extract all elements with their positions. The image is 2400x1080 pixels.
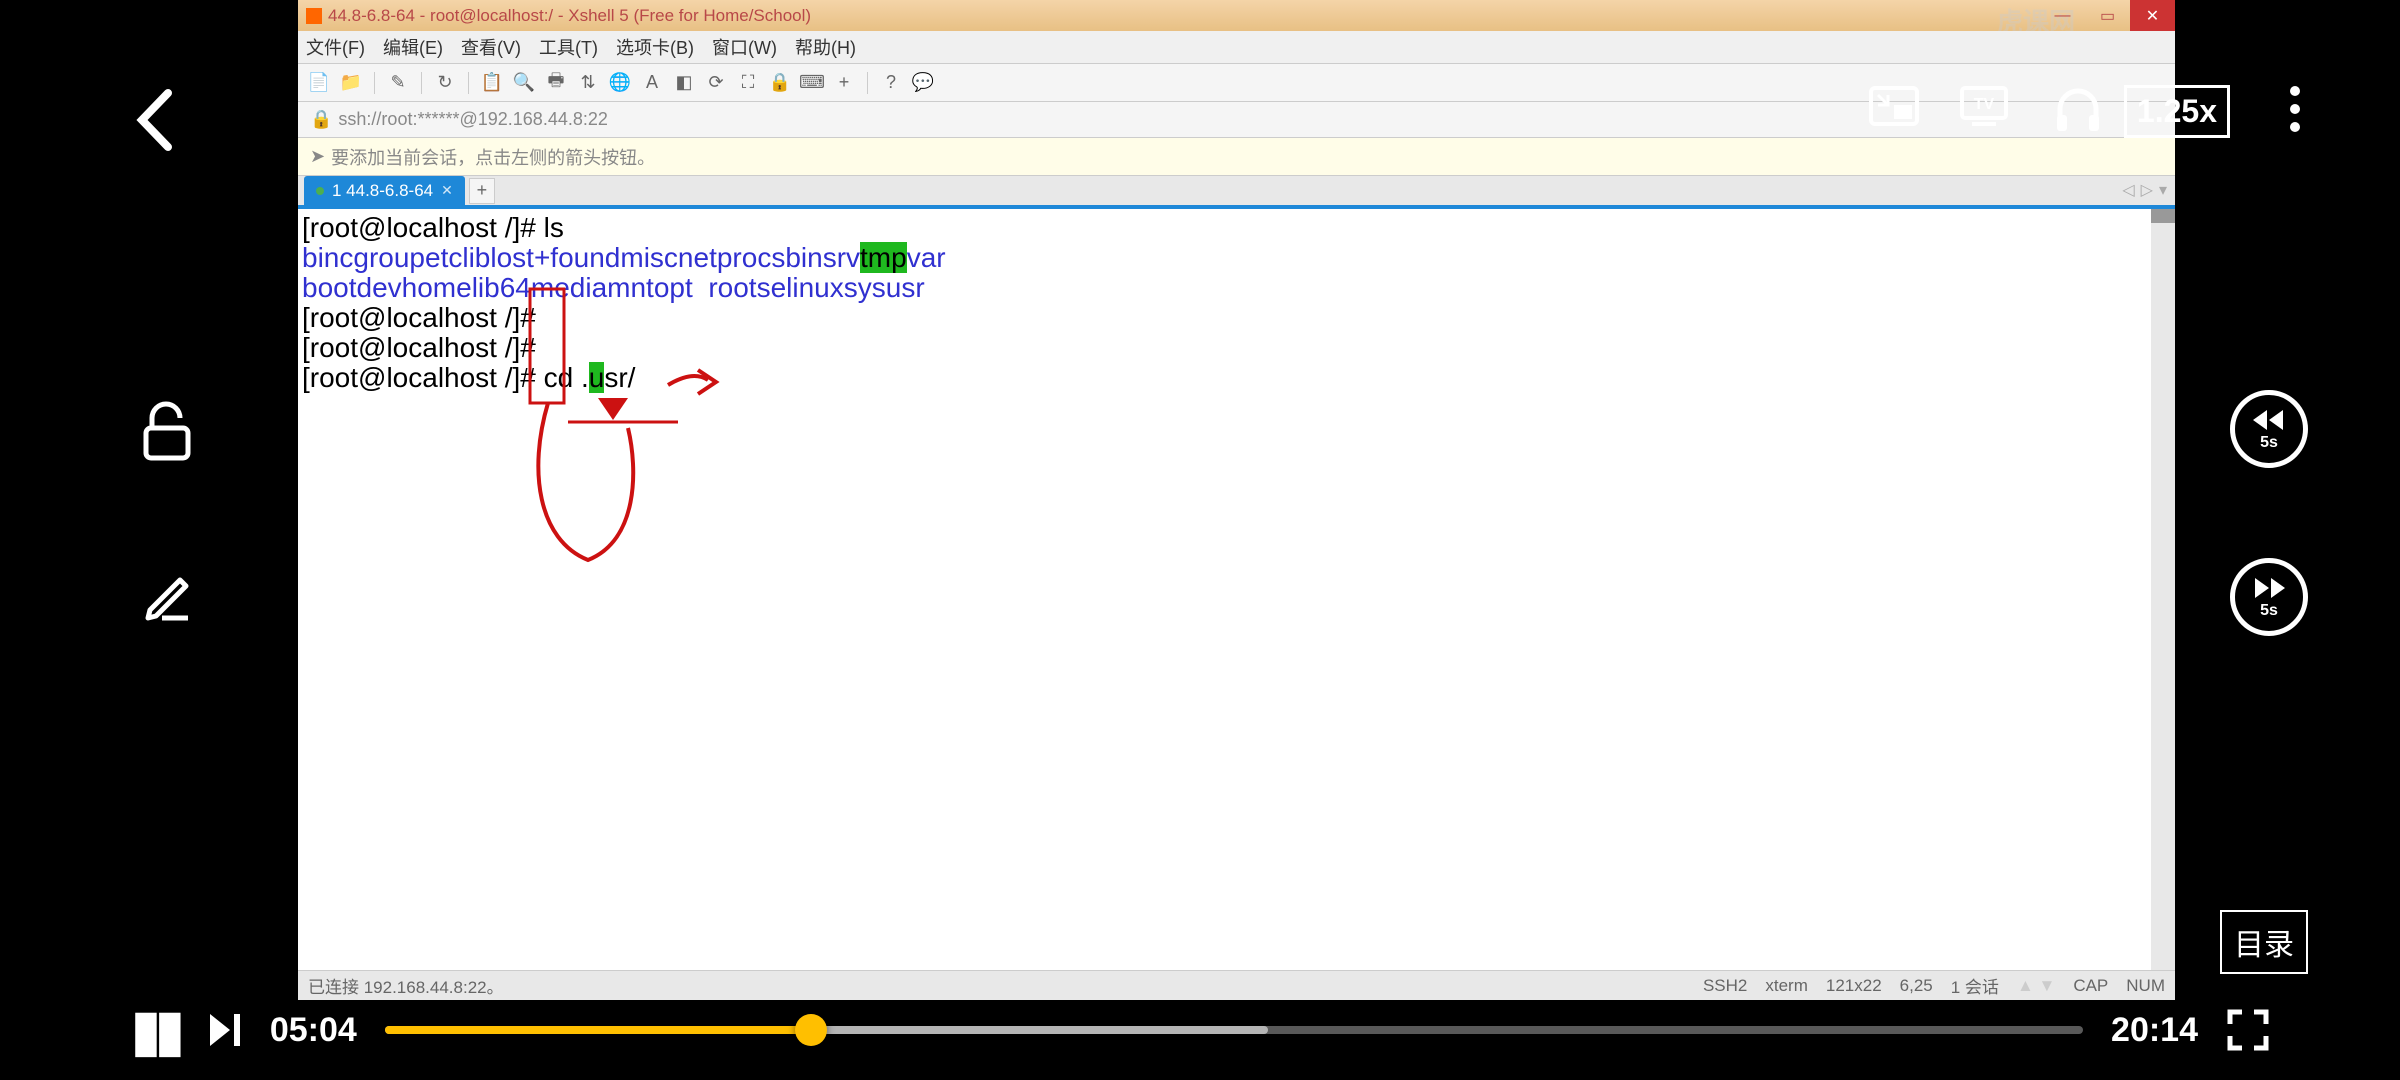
svg-text:TV: TV (1974, 96, 1995, 113)
open-icon[interactable]: 📁 (338, 70, 364, 96)
reconnect-icon[interactable]: ↻ (432, 70, 458, 96)
menu-item[interactable]: 查看(V) (461, 34, 521, 60)
tab-label: 1 44.8-6.8-64 (332, 181, 433, 201)
menu-item[interactable]: 编辑(E) (383, 34, 443, 60)
video-content: 44.8-6.8-64 - root@localhost:/ - Xshell … (298, 0, 2175, 1000)
ssh-lock-icon: 🔒 (310, 109, 332, 130)
status-connection: 已连接 192.168.44.8:22。 (308, 973, 1685, 998)
color-icon[interactable]: ◧ (671, 70, 697, 96)
unlock-button[interactable] (138, 400, 196, 462)
help-icon[interactable]: ? (878, 70, 904, 96)
menu-item[interactable]: 文件(F) (306, 34, 365, 60)
minimize-button[interactable]: — (2040, 0, 2085, 31)
tab-bar: 1 44.8-6.8-64 ✕ + ◁ ▷ ▾ (298, 176, 2175, 209)
globe-icon[interactable]: 🌐 (607, 70, 633, 96)
refresh-icon[interactable]: ⟳ (703, 70, 729, 96)
transfer-icon[interactable]: ⇅ (575, 70, 601, 96)
audio-button[interactable] (2052, 85, 2104, 135)
progress-bar[interactable] (385, 1026, 2083, 1034)
fullscreen-button[interactable] (2226, 1008, 2270, 1052)
back-button[interactable] (130, 85, 180, 155)
terminal-line: [root@localhost /]# (302, 303, 2171, 333)
status-cap: CAP (2073, 976, 2108, 996)
wand-icon[interactable]: ✎ (385, 70, 411, 96)
toc-label: 目录 (2234, 920, 2294, 964)
menu-item[interactable]: 帮助(H) (795, 34, 856, 60)
next-button[interactable] (206, 1010, 242, 1050)
pause-button[interactable]: ▮▮ (130, 996, 178, 1064)
app-icon (306, 8, 322, 24)
font-icon[interactable]: A (639, 70, 665, 96)
status-cursor: 6,25 (1900, 976, 1933, 996)
tab-nav-left-icon[interactable]: ◁ (2122, 180, 2134, 200)
menubar: 文件(F) 编辑(E) 查看(V) 工具(T) 选项卡(B) 窗口(W) 帮助(H) (298, 31, 2175, 64)
terminal-line: [root@localhost /]# cd .usr/ (302, 363, 2171, 393)
print-icon[interactable]: 🖶 (543, 70, 569, 96)
hint-text: 要添加当前会话，点击左侧的箭头按钮。 (331, 144, 655, 170)
menu-item[interactable]: 选项卡(B) (616, 34, 694, 60)
fullscreen-icon[interactable]: ⛶ (735, 70, 761, 96)
tab-close-icon[interactable]: ✕ (441, 182, 453, 199)
address-text: ssh://root:******@192.168.44.8:22 (338, 109, 607, 130)
skip-fwd-label: 5s (2260, 602, 2278, 620)
tab-nav-right-icon[interactable]: ▷ (2141, 180, 2153, 200)
status-term: xterm (1765, 976, 1808, 996)
search-icon[interactable]: 🔍 (511, 70, 537, 96)
window-title: 44.8-6.8-64 - root@localhost:/ - Xshell … (328, 6, 811, 26)
tab-menu-icon[interactable]: ▾ (2159, 180, 2167, 200)
terminal[interactable]: [root@localhost /]# lsbincgroupetcliblos… (298, 209, 2175, 970)
copy-icon[interactable]: 📋 (479, 70, 505, 96)
status-sessions: 1 会话 (1951, 973, 1999, 998)
current-time: 05:04 (270, 1011, 357, 1050)
tab-status-dot (316, 187, 324, 195)
xshell-window: 44.8-6.8-64 - root@localhost:/ - Xshell … (298, 0, 2175, 1000)
menu-item[interactable]: 窗口(W) (712, 34, 777, 60)
close-button[interactable]: ✕ (2130, 0, 2175, 31)
skip-forward-button[interactable]: 5s (2230, 558, 2308, 636)
progress-played (385, 1026, 811, 1034)
more-button[interactable] (2290, 85, 2300, 133)
new-session-icon[interactable]: 📄 (306, 70, 332, 96)
terminal-line: [root@localhost /]# ls (302, 213, 2171, 243)
progress-thumb[interactable] (795, 1014, 827, 1046)
chat-icon[interactable]: 💬 (910, 70, 936, 96)
status-protocol: SSH2 (1703, 976, 1747, 996)
tab-add-button[interactable]: + (469, 178, 495, 204)
status-size: 121x22 (1826, 976, 1882, 996)
add-icon[interactable]: + (831, 70, 857, 96)
titlebar: 44.8-6.8-64 - root@localhost:/ - Xshell … (298, 0, 2175, 31)
skip-back-label: 5s (2260, 434, 2278, 452)
hint-bar: ➤ 要添加当前会话，点击左侧的箭头按钮。 (298, 138, 2175, 176)
pip-button[interactable] (1868, 85, 1920, 127)
lock-icon[interactable]: 🔒 (767, 70, 793, 96)
toc-button[interactable]: 目录 (2220, 910, 2308, 974)
terminal-line: bootdevhomelib64mediamntopt rootselinuxs… (302, 273, 2171, 303)
status-num: NUM (2126, 976, 2165, 996)
cast-button[interactable]: TV (1958, 85, 2010, 127)
maximize-button[interactable]: ▭ (2085, 0, 2130, 31)
terminal-scrollbar[interactable] (2151, 209, 2175, 970)
player-controls: ▮▮ 05:04 20:14 (130, 990, 2270, 1070)
menu-item[interactable]: 工具(T) (539, 34, 598, 60)
session-tab[interactable]: 1 44.8-6.8-64 ✕ (304, 176, 465, 205)
total-time: 20:14 (2111, 1011, 2198, 1050)
hint-arrow-icon[interactable]: ➤ (310, 146, 325, 167)
keyboard-icon[interactable]: ⌨ (799, 70, 825, 96)
terminal-line: [root@localhost /]# (302, 333, 2171, 363)
annotate-button[interactable] (138, 564, 196, 622)
status-bar: 已连接 192.168.44.8:22。 SSH2 xterm 121x22 6… (298, 970, 2175, 1000)
terminal-line: bincgroupetcliblost+foundmiscnetprocsbin… (302, 243, 2171, 273)
speed-button[interactable]: 1.25x (2124, 85, 2230, 138)
skip-back-button[interactable]: 5s (2230, 390, 2308, 468)
speed-label: 1.25x (2137, 93, 2217, 130)
